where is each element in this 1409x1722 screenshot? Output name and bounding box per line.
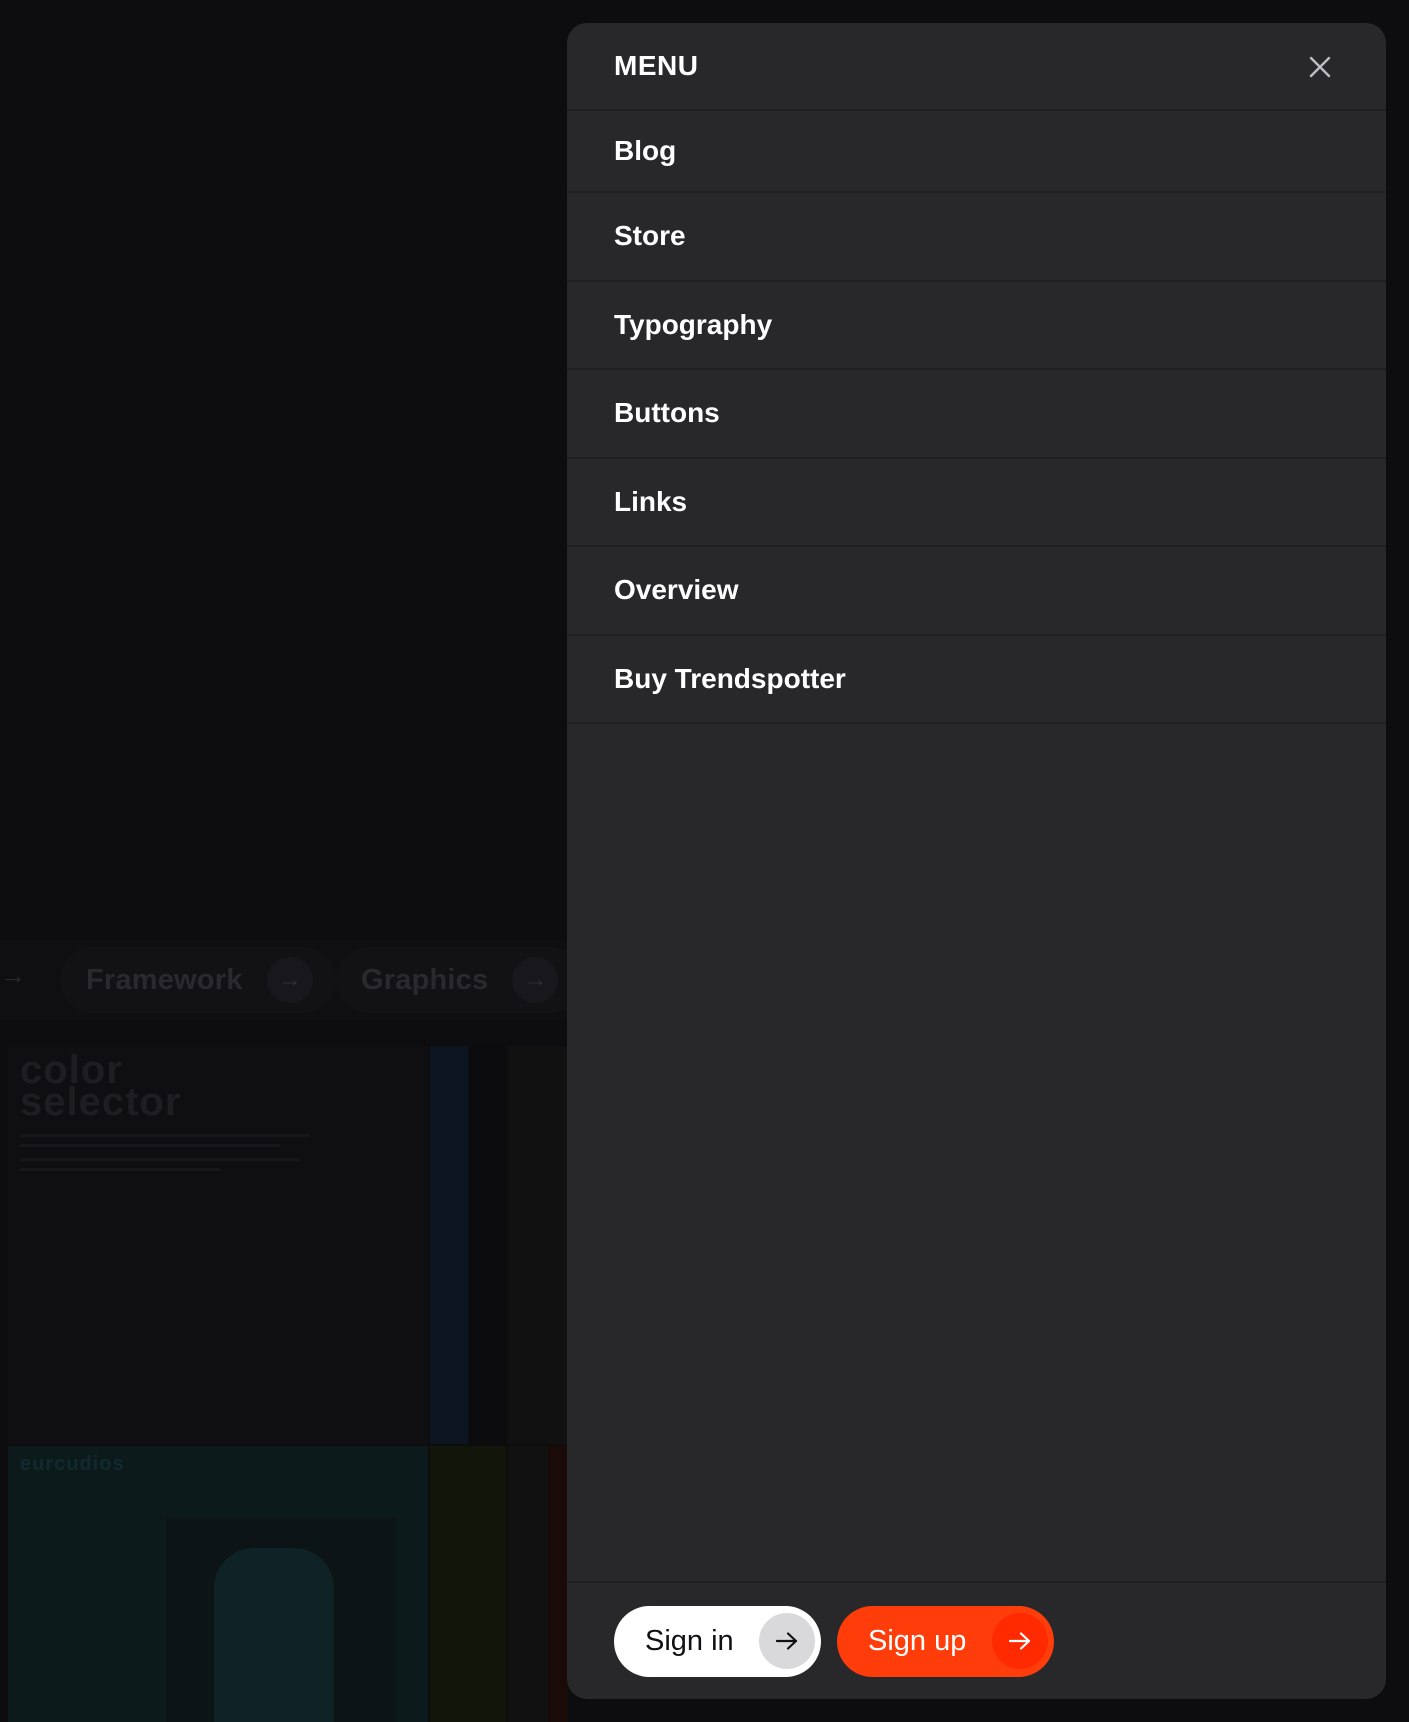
arrow-right-icon: →	[0, 960, 26, 990]
menu-item-blog[interactable]: Blog	[567, 111, 1386, 193]
sign-up-button[interactable]: Sign up	[837, 1605, 1054, 1677]
background-card-strip	[470, 1046, 506, 1444]
menu-list: Blog Store Typography Buttons Links Over…	[567, 111, 1386, 724]
arrow-right-icon: →	[512, 957, 559, 1003]
menu-title: MENU	[614, 50, 699, 81]
background-nav-pill: Graphics →	[335, 947, 583, 1013]
background-card-text-line	[20, 1134, 310, 1137]
menu-item-links[interactable]: Links	[567, 459, 1386, 547]
background-card-text-line	[20, 1158, 300, 1161]
arrow-right-icon	[759, 1613, 815, 1669]
menu-item-buy-trendspotter[interactable]: Buy Trendspotter	[567, 636, 1386, 724]
arrow-right-icon: →	[266, 957, 313, 1003]
background-nav-pill-label: Framework	[86, 963, 243, 996]
menu-item-typography[interactable]: Typography	[567, 282, 1386, 370]
background-nav-pill-label: Graphics	[361, 963, 489, 996]
background-card-title: eurcudios	[20, 1453, 125, 1475]
menu-item-overview[interactable]: Overview	[567, 547, 1386, 636]
menu-footer: Sign in Sign up	[567, 1581, 1386, 1699]
menu-panel: MENU Blog Store Typography Buttons Links…	[567, 23, 1386, 1699]
background-card-strip	[508, 1046, 568, 1444]
background-card-strip	[548, 1446, 568, 1722]
menu-item-buttons[interactable]: Buttons	[567, 370, 1386, 459]
background-card: color selector	[8, 1046, 428, 1444]
background-nav-pill: Framework →	[60, 947, 337, 1013]
background-card-text-line	[20, 1144, 280, 1147]
arrow-right-icon	[992, 1613, 1048, 1669]
background-card-strip	[508, 1446, 548, 1722]
close-icon	[1309, 56, 1331, 78]
background-card: eurcudios	[8, 1446, 428, 1722]
background-card-strip	[430, 1046, 468, 1444]
menu-item-store[interactable]: Store	[567, 193, 1386, 282]
sign-in-button[interactable]: Sign in	[614, 1605, 821, 1677]
menu-header: MENU	[567, 23, 1386, 111]
sign-in-label: Sign in	[645, 1624, 734, 1657]
background-photo	[166, 1518, 396, 1722]
sign-up-label: Sign up	[868, 1624, 967, 1657]
background-card-strip	[430, 1446, 506, 1722]
close-button[interactable]	[1300, 47, 1340, 87]
background-card-title: color selector	[20, 1048, 182, 1124]
background-card-text-line	[20, 1168, 220, 1171]
